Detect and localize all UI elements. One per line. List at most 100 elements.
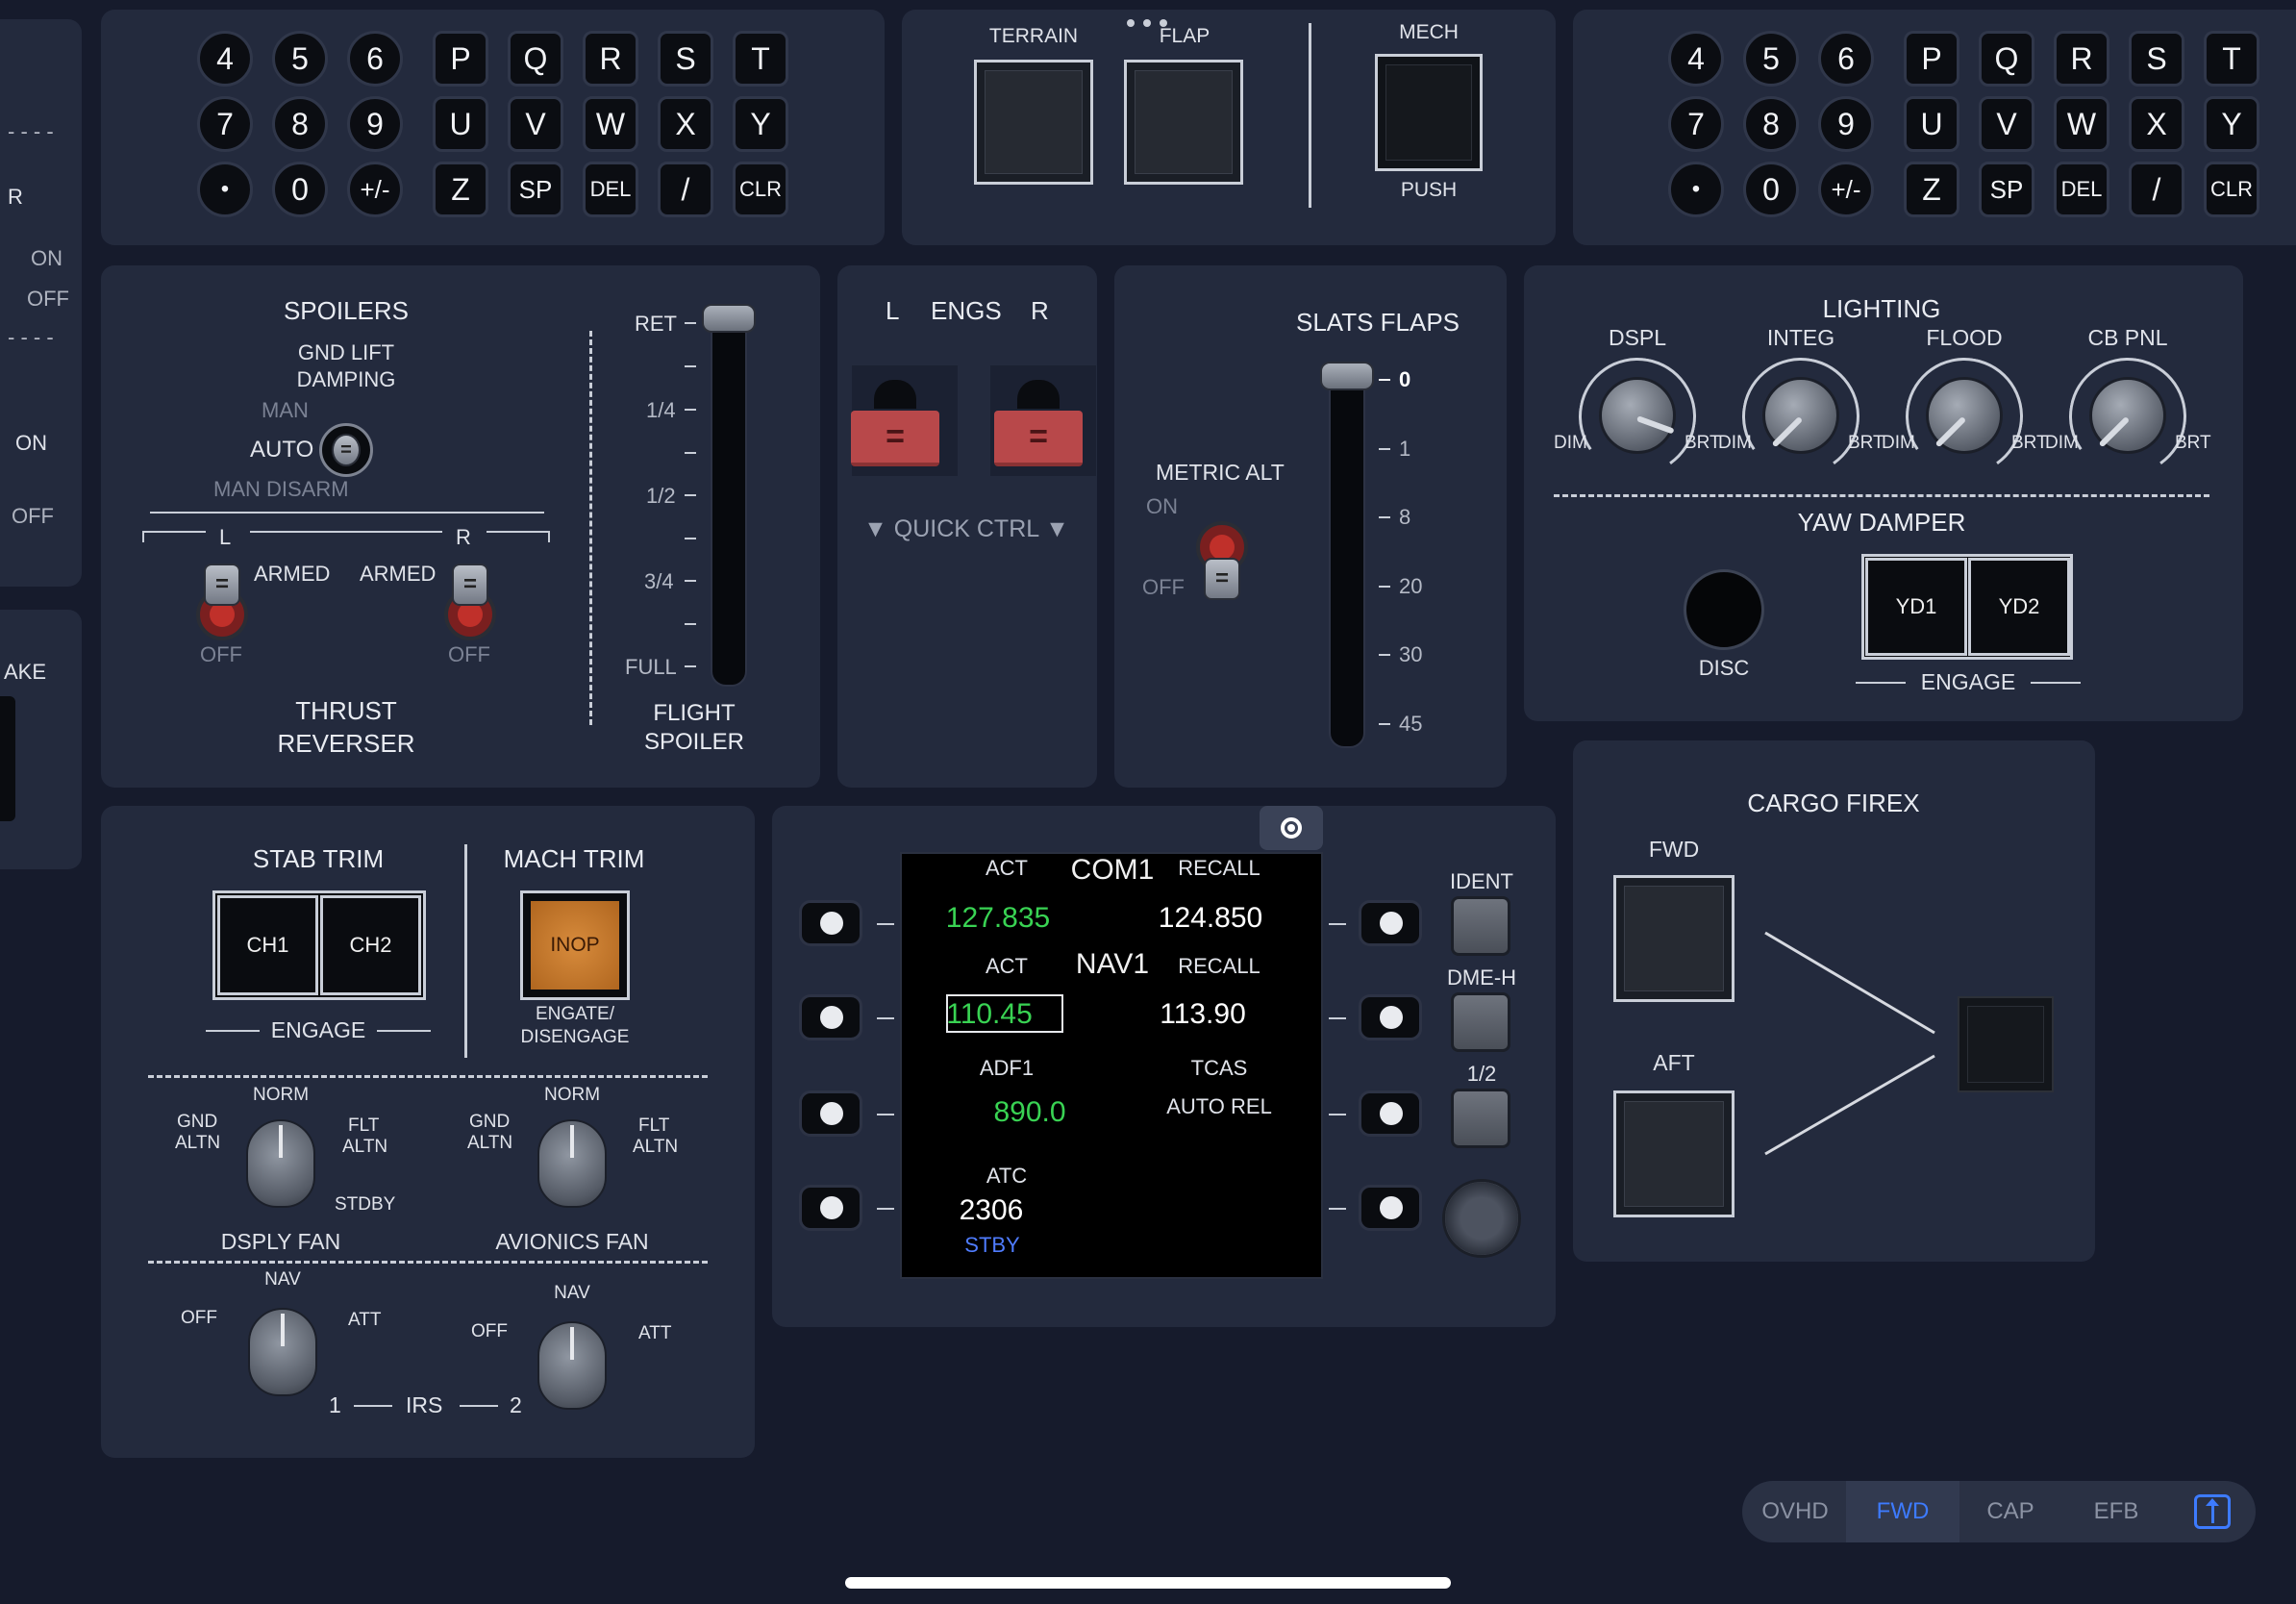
thrust-reverser-left-lever[interactable]: =: [204, 564, 240, 606]
key-clear[interactable]: CLR: [733, 162, 788, 217]
eng-right-fire-switch[interactable]: =: [994, 380, 1083, 468]
eng-left-fire-switch[interactable]: =: [851, 380, 939, 468]
lsk-left-3[interactable]: [799, 1090, 862, 1137]
key-s[interactable]: S: [2129, 31, 2184, 87]
metric-alt-toggle[interactable]: =: [1204, 558, 1240, 600]
cb-pnl-dimmer-knob[interactable]: [2089, 377, 2166, 454]
key-delete[interactable]: DEL: [2054, 162, 2109, 217]
key-space[interactable]: SP: [1979, 162, 2034, 217]
ident-button[interactable]: [1451, 896, 1510, 956]
key-w[interactable]: W: [2054, 96, 2109, 152]
key-p[interactable]: P: [433, 31, 488, 87]
key-t[interactable]: T: [2204, 31, 2259, 87]
key-u[interactable]: U: [433, 96, 488, 152]
cargo-fwd-arm-button[interactable]: [1613, 875, 1734, 1002]
key-4[interactable]: 4: [1668, 31, 1724, 87]
key-decimal[interactable]: •: [197, 162, 253, 217]
key-u[interactable]: U: [1904, 96, 1959, 152]
tab-cap[interactable]: CAP: [1958, 1481, 2063, 1542]
key-6[interactable]: 6: [1818, 31, 1874, 87]
quick-ctrl-toggle[interactable]: ▼ QUICK CTRL ▼: [863, 515, 1069, 543]
key-r[interactable]: R: [2054, 31, 2109, 87]
key-space[interactable]: SP: [508, 162, 563, 217]
panel-switch-icon[interactable]: [2194, 1494, 2231, 1529]
tab-ovhd[interactable]: OVHD: [1742, 1481, 1848, 1542]
mach-trim-inop-button[interactable]: INOP: [520, 890, 630, 1000]
key-0[interactable]: 0: [1743, 162, 1799, 217]
key-8[interactable]: 8: [272, 96, 328, 152]
key-decimal[interactable]: •: [1668, 162, 1724, 217]
key-p[interactable]: P: [1904, 31, 1959, 87]
key-7[interactable]: 7: [197, 96, 253, 152]
cargo-aft-arm-button[interactable]: [1613, 1090, 1734, 1217]
key-y[interactable]: Y: [733, 96, 788, 152]
key-4[interactable]: 4: [197, 31, 253, 87]
key-6[interactable]: 6: [347, 31, 403, 87]
com-active-frequency[interactable]: 127.835: [946, 902, 1050, 935]
key-y[interactable]: Y: [2204, 96, 2259, 152]
thrust-reverser-right-lever[interactable]: =: [452, 564, 488, 606]
key-t[interactable]: T: [733, 31, 788, 87]
key-w[interactable]: W: [583, 96, 638, 152]
adf-frequency[interactable]: 890.0: [993, 1096, 1065, 1129]
irs1-mode-selector[interactable]: [248, 1308, 317, 1396]
key-clear[interactable]: CLR: [2204, 162, 2259, 217]
lsk-left-1[interactable]: [799, 900, 862, 946]
key-q[interactable]: Q: [508, 31, 563, 87]
lsk-right-2[interactable]: [1359, 994, 1422, 1040]
yaw-damper-disc-button[interactable]: [1684, 569, 1764, 650]
key-x[interactable]: X: [2129, 96, 2184, 152]
terrain-inhibit-button[interactable]: [974, 60, 1093, 185]
mech-call-button[interactable]: [1375, 54, 1483, 171]
tab-fwd[interactable]: FWD: [1848, 1481, 1958, 1542]
dspl-dimmer-knob[interactable]: [1599, 377, 1676, 454]
key-q[interactable]: Q: [1979, 31, 2034, 87]
key-v[interactable]: V: [1979, 96, 2034, 152]
nav-standby-frequency[interactable]: 113.90: [1160, 998, 1246, 1031]
lsk-right-3[interactable]: [1359, 1090, 1422, 1137]
atc-squawk-code[interactable]: 2306: [960, 1194, 1024, 1227]
lsk-left-2[interactable]: [799, 994, 862, 1040]
tab-efb[interactable]: EFB: [2063, 1481, 2169, 1542]
key-5[interactable]: 5: [272, 31, 328, 87]
lsk-right-4[interactable]: [1359, 1185, 1422, 1231]
flap-inhibit-button[interactable]: [1124, 60, 1243, 185]
home-indicator[interactable]: [845, 1577, 1451, 1589]
stab-trim-ch1-button[interactable]: CH1: [217, 895, 318, 995]
key-slash[interactable]: /: [658, 162, 713, 217]
key-0[interactable]: 0: [272, 162, 328, 217]
key-plus-minus[interactable]: +/-: [1818, 162, 1874, 217]
nav-active-frequency[interactable]: 110.45: [946, 998, 1033, 1031]
key-5[interactable]: 5: [1743, 31, 1799, 87]
dsply-fan-selector[interactable]: [246, 1119, 315, 1208]
radio-capture-button[interactable]: [1260, 806, 1323, 850]
flap-lever-handle[interactable]: [1320, 362, 1374, 390]
radio-tuning-knob[interactable]: [1442, 1179, 1521, 1258]
lsk-right-1[interactable]: [1359, 900, 1422, 946]
key-z[interactable]: Z: [433, 162, 488, 217]
key-r[interactable]: R: [583, 31, 638, 87]
stab-trim-ch2-button[interactable]: CH2: [320, 895, 421, 995]
half-button[interactable]: [1451, 1089, 1510, 1148]
flood-dimmer-knob[interactable]: [1926, 377, 2003, 454]
integ-dimmer-knob[interactable]: [1762, 377, 1839, 454]
lsk-left-4[interactable]: [799, 1185, 862, 1231]
key-7[interactable]: 7: [1668, 96, 1724, 152]
yd2-engage-button[interactable]: YD2: [1968, 558, 2070, 656]
key-9[interactable]: 9: [347, 96, 403, 152]
key-plus-minus[interactable]: +/-: [347, 162, 403, 217]
key-x[interactable]: X: [658, 96, 713, 152]
irs2-mode-selector[interactable]: [537, 1321, 607, 1410]
key-slash[interactable]: /: [2129, 162, 2184, 217]
key-9[interactable]: 9: [1818, 96, 1874, 152]
avionics-fan-selector[interactable]: [537, 1119, 607, 1208]
cargo-discharge-button[interactable]: [1958, 996, 2054, 1092]
key-z[interactable]: Z: [1904, 162, 1959, 217]
left-edge-handle[interactable]: [0, 696, 15, 821]
yd1-engage-button[interactable]: YD1: [1865, 558, 1967, 656]
speedbrake-handle[interactable]: [702, 304, 756, 333]
key-s[interactable]: S: [658, 31, 713, 87]
gnd-lift-damping-knob[interactable]: =: [319, 423, 373, 477]
com-standby-frequency[interactable]: 124.850: [1159, 902, 1262, 935]
key-8[interactable]: 8: [1743, 96, 1799, 152]
